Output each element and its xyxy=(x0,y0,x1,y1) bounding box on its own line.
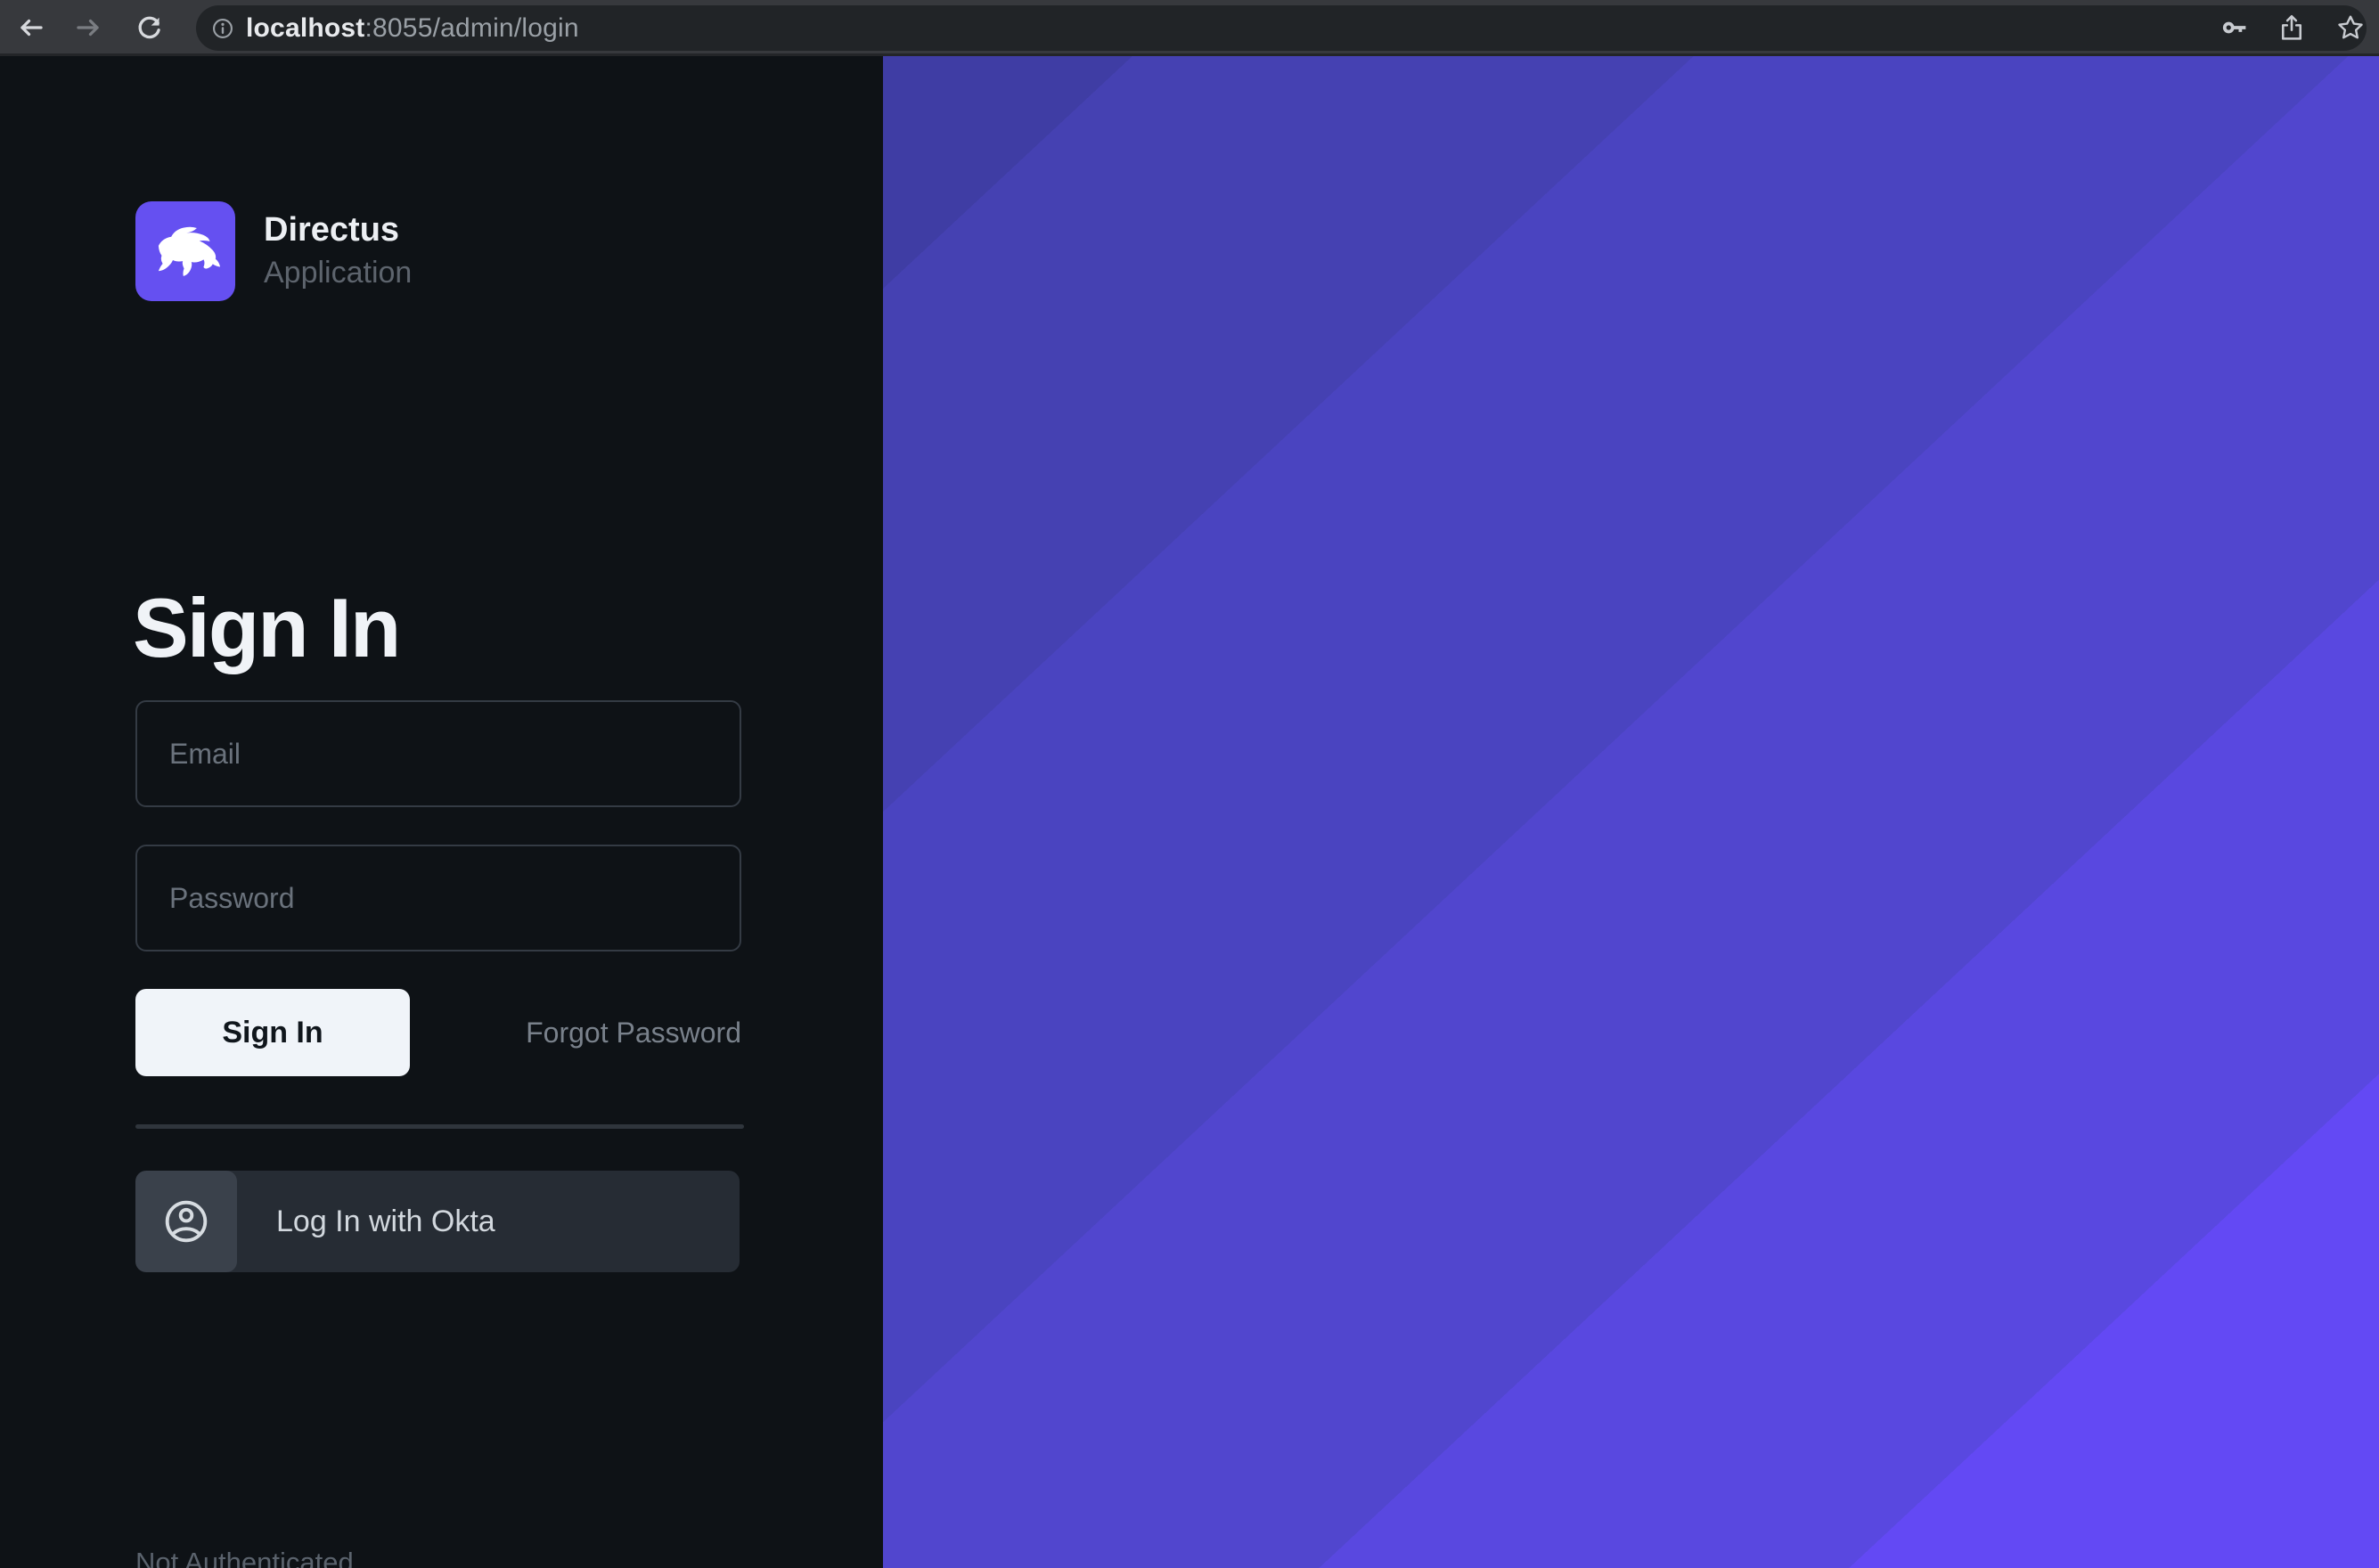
brand-subtitle: Application xyxy=(264,257,412,290)
login-panel: Directus Application Sign In Sign In For… xyxy=(0,56,883,1568)
bookmark-star-icon[interactable] xyxy=(2334,12,2367,44)
sign-in-button[interactable]: Sign In xyxy=(135,989,410,1076)
brand-header: Directus Application xyxy=(135,201,412,301)
sso-label: Log In with Okta xyxy=(276,1205,495,1239)
divider xyxy=(135,1124,744,1129)
address-bar[interactable]: localhost:8055/admin/login xyxy=(196,5,2367,51)
browser-toolbar: localhost:8055/admin/login xyxy=(0,0,2379,56)
info-icon[interactable] xyxy=(208,13,238,44)
brand-text: Directus Application xyxy=(264,212,412,290)
url-path: :8055/admin/login xyxy=(365,13,579,43)
status-text: Not Authenticated xyxy=(135,1547,354,1568)
forward-icon[interactable] xyxy=(73,12,105,44)
key-icon[interactable] xyxy=(2219,12,2251,44)
browser-window: localhost:8055/admin/login xyxy=(0,0,2379,1568)
okta-login-button[interactable]: Log In with Okta xyxy=(135,1171,740,1272)
url-text: localhost:8055/admin/login xyxy=(246,13,579,44)
back-icon[interactable] xyxy=(14,12,46,44)
url-host: localhost xyxy=(246,13,365,43)
reload-icon[interactable] xyxy=(133,12,165,44)
password-field[interactable] xyxy=(135,845,741,951)
page-title: Sign In xyxy=(133,586,399,670)
sso-icon-box xyxy=(135,1171,237,1272)
directus-rabbit-icon xyxy=(147,213,224,290)
form-actions: Sign In Forgot Password xyxy=(135,989,741,1076)
login-art-background xyxy=(883,56,2379,1568)
share-icon[interactable] xyxy=(2276,12,2308,44)
email-field[interactable] xyxy=(135,700,741,807)
directus-logo xyxy=(135,201,235,301)
brand-name: Directus xyxy=(264,212,412,249)
account-circle-icon xyxy=(157,1192,216,1251)
forgot-password-link[interactable]: Forgot Password xyxy=(526,1017,741,1049)
